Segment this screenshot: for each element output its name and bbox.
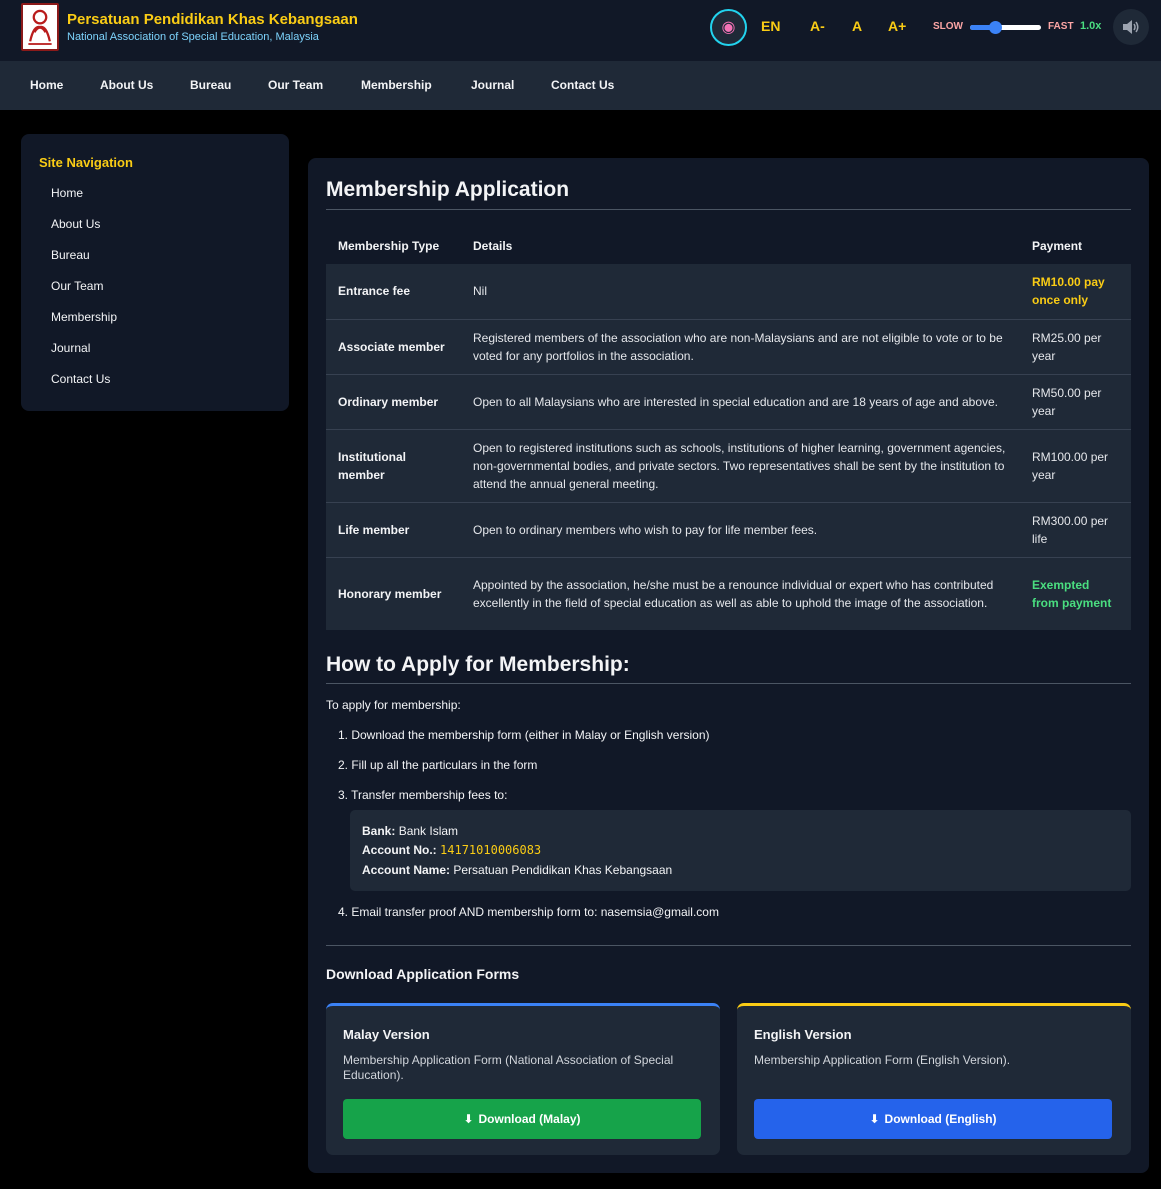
sidebar-item-our-team[interactable]: Our Team bbox=[51, 279, 103, 293]
english-form-card: English Version Membership Application F… bbox=[737, 1003, 1131, 1155]
page-title: Membership Application bbox=[326, 178, 570, 201]
speed-value: 1.0x bbox=[1080, 20, 1102, 32]
card-description: Membership Application Form (English Ver… bbox=[754, 1053, 1011, 1067]
table-row: Associate member Registered members of t… bbox=[326, 319, 1131, 375]
nav-membership[interactable]: Membership bbox=[361, 78, 432, 92]
downloads-heading: Download Application Forms bbox=[326, 966, 520, 982]
row-payment: RM100.00 per year bbox=[1020, 429, 1131, 503]
sidebar-item-journal[interactable]: Journal bbox=[51, 341, 90, 355]
theme-palette-button[interactable]: ◉ bbox=[710, 9, 747, 46]
association-logo[interactable] bbox=[21, 3, 59, 51]
table-row: Honorary member Appointed by the associa… bbox=[326, 557, 1131, 630]
bank-label: Bank: bbox=[362, 824, 396, 838]
sidebar-title: Site Navigation bbox=[39, 155, 133, 170]
account-no-label: Account No.: bbox=[362, 843, 437, 857]
speed-slow-label: SLOW bbox=[933, 21, 963, 32]
sidebar-item-bureau[interactable]: Bureau bbox=[51, 248, 90, 262]
text-to-speech-button[interactable] bbox=[1113, 9, 1149, 45]
speed-fast-label: FAST bbox=[1048, 21, 1074, 32]
col-header-type: Membership Type bbox=[338, 239, 440, 253]
download-arrow-icon: ⬇ bbox=[463, 1112, 474, 1126]
account-no-line: Account No.: 14171010006083 bbox=[362, 843, 541, 857]
font-decrease-button[interactable]: A- bbox=[810, 18, 825, 34]
bank-value: Bank Islam bbox=[398, 824, 459, 838]
apply-step-1: 1. Download the membership form (either … bbox=[338, 728, 710, 742]
account-name-value: Persatuan Pendidikan Khas Kebangsaan bbox=[453, 863, 673, 877]
language-toggle[interactable]: EN bbox=[761, 18, 780, 34]
row-details: Appointed by the association, he/she mus… bbox=[461, 557, 1020, 630]
account-name-line: Account Name: Persatuan Pendidikan Khas … bbox=[362, 863, 672, 877]
download-malay-button[interactable]: ⬇ Download (Malay) bbox=[343, 1099, 701, 1139]
font-normal-button[interactable]: A bbox=[852, 18, 862, 34]
nav-our-team[interactable]: Our Team bbox=[268, 78, 323, 92]
apply-divider bbox=[326, 683, 1131, 684]
table-row: Entrance fee Nil RM10.00 pay once only bbox=[326, 264, 1131, 320]
row-type: Honorary member bbox=[326, 557, 461, 630]
card-title: Malay Version bbox=[343, 1027, 430, 1042]
row-details: Open to ordinary members who wish to pay… bbox=[461, 502, 1020, 558]
row-payment: Exempted from payment bbox=[1020, 557, 1131, 630]
table-header-row: Membership Type Details Payment bbox=[326, 228, 1131, 264]
row-type: Life member bbox=[326, 502, 461, 558]
slider-thumb[interactable] bbox=[988, 21, 1002, 34]
nav-about-us[interactable]: About Us bbox=[100, 78, 153, 92]
account-no-value[interactable]: 14171010006083 bbox=[440, 843, 541, 857]
speech-speed-slider[interactable] bbox=[970, 21, 1041, 34]
card-title: English Version bbox=[754, 1027, 852, 1042]
bank-line: Bank: Bank Islam bbox=[362, 824, 458, 838]
sidebar-item-membership[interactable]: Membership bbox=[51, 310, 117, 324]
speaker-icon bbox=[1123, 20, 1139, 34]
row-details: Registered members of the association wh… bbox=[461, 319, 1020, 375]
table-row: Institutional member Open to registered … bbox=[326, 429, 1131, 503]
site-navigation-sidebar: Site Navigation Home About Us Bureau Our… bbox=[21, 134, 289, 411]
apply-step-3: 3. Transfer membership fees to: bbox=[338, 788, 508, 802]
row-payment: RM25.00 per year bbox=[1020, 319, 1131, 375]
row-details: Nil bbox=[461, 264, 1020, 320]
button-label: Download (English) bbox=[884, 1112, 997, 1126]
row-details: Open to registered institutions such as … bbox=[461, 429, 1020, 503]
bank-details-box: Bank: Bank Islam Account No.: 1417101000… bbox=[350, 810, 1131, 891]
table-row: Ordinary member Open to all Malaysians w… bbox=[326, 374, 1131, 430]
apply-intro: To apply for membership: bbox=[326, 698, 461, 712]
main-navbar: Home About Us Bureau Our Team Membership… bbox=[0, 61, 1161, 110]
apply-step-2: 2. Fill up all the particulars in the fo… bbox=[338, 758, 538, 772]
title-divider bbox=[326, 209, 1131, 210]
apply-step-4[interactable]: 4. Email transfer proof AND membership f… bbox=[338, 905, 719, 919]
sidebar-item-contact-us[interactable]: Contact Us bbox=[51, 372, 110, 386]
main-content: Membership Application Membership Type D… bbox=[308, 158, 1149, 1173]
top-header: Persatuan Pendidikan Khas Kebangsaan Nat… bbox=[0, 0, 1161, 61]
row-details: Open to all Malaysians who are intereste… bbox=[461, 374, 1020, 430]
font-increase-button[interactable]: A+ bbox=[888, 18, 906, 34]
apply-heading: How to Apply for Membership: bbox=[326, 653, 630, 676]
nav-journal[interactable]: Journal bbox=[471, 78, 514, 92]
nav-bureau[interactable]: Bureau bbox=[190, 78, 231, 92]
table-row: Life member Open to ordinary members who… bbox=[326, 502, 1131, 558]
col-header-payment: Payment bbox=[1032, 239, 1083, 253]
downloads-divider bbox=[326, 945, 1131, 946]
sidebar-item-about-us[interactable]: About Us bbox=[51, 217, 100, 231]
download-english-button[interactable]: ⬇ Download (English) bbox=[754, 1099, 1112, 1139]
button-label: Download (Malay) bbox=[478, 1112, 581, 1126]
row-payment: RM10.00 pay once only bbox=[1020, 264, 1131, 320]
card-description: Membership Application Form (National As… bbox=[343, 1053, 674, 1082]
account-name-label: Account Name: bbox=[362, 863, 451, 877]
site-title[interactable]: Persatuan Pendidikan Khas Kebangsaan bbox=[67, 11, 358, 28]
nav-home[interactable]: Home bbox=[30, 78, 63, 92]
row-type: Ordinary member bbox=[326, 374, 461, 430]
row-type: Associate member bbox=[326, 319, 461, 375]
row-payment: RM50.00 per year bbox=[1020, 374, 1131, 430]
malay-form-card: Malay Version Membership Application For… bbox=[326, 1003, 720, 1155]
row-type: Entrance fee bbox=[326, 264, 461, 320]
nav-contact-us[interactable]: Contact Us bbox=[551, 78, 614, 92]
membership-table: Membership Type Details Payment Entrance… bbox=[326, 228, 1131, 630]
sidebar-item-home[interactable]: Home bbox=[51, 186, 83, 200]
download-arrow-icon: ⬇ bbox=[869, 1112, 880, 1126]
palette-icon: ◉ bbox=[721, 18, 736, 36]
site-subtitle: National Association of Special Educatio… bbox=[67, 31, 319, 43]
row-payment: RM300.00 per life bbox=[1020, 502, 1131, 558]
row-type: Institutional member bbox=[326, 429, 461, 503]
col-header-details: Details bbox=[473, 239, 513, 253]
